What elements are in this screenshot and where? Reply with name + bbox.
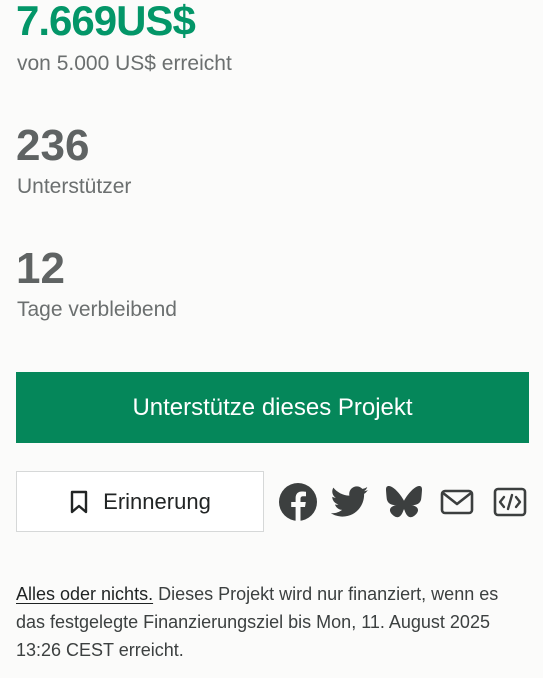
backers-count: 236 — [16, 121, 90, 170]
all-or-nothing-notice: Alles oder nichts. Dieses Projekt wird n… — [16, 580, 516, 664]
all-or-nothing-link[interactable]: Alles oder nichts. — [16, 584, 153, 604]
bluesky-icon[interactable] — [385, 483, 423, 521]
campaign-stats-panel: 7.669US$ von 5.000 US$ erreicht 236 Unte… — [0, 0, 543, 678]
email-icon[interactable] — [438, 483, 476, 521]
remind-me-button[interactable]: Erinnerung — [16, 471, 264, 532]
back-this-project-button[interactable]: Unterstütze dieses Projekt — [16, 372, 529, 443]
remind-me-label: Erinnerung — [103, 488, 211, 514]
facebook-icon[interactable] — [279, 483, 317, 521]
days-remaining-count: 12 — [16, 244, 65, 293]
bookmark-icon — [69, 490, 89, 514]
backers-label: Unterstützer — [17, 175, 132, 198]
pledged-amount: 7.669US$ — [16, 0, 196, 44]
pledged-goal-label: von 5.000 US$ erreicht — [17, 52, 232, 75]
twitter-icon[interactable] — [331, 483, 369, 521]
embed-icon[interactable] — [491, 483, 529, 521]
days-remaining-label: Tage verbleibend — [17, 298, 177, 321]
